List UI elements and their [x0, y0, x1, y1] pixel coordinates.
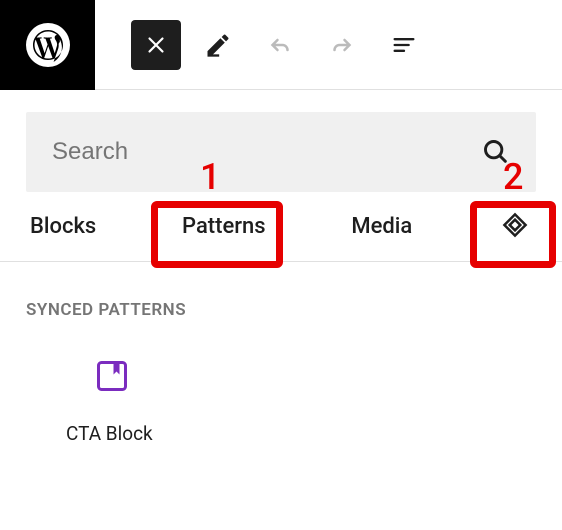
tab-synced-patterns[interactable] [494, 204, 536, 250]
undo-icon [265, 30, 295, 60]
document-outline-button[interactable] [379, 20, 429, 70]
redo-icon [327, 30, 357, 60]
wordpress-logo-icon [26, 23, 70, 67]
tab-active-underline [484, 261, 546, 266]
redo-button[interactable] [317, 20, 367, 70]
undo-button[interactable] [255, 20, 305, 70]
bookmark-block-icon [94, 358, 130, 394]
content-area: SYNCED PATTERNS CTA Block [0, 262, 562, 483]
pattern-label: CTA Block [66, 422, 153, 445]
search-icon [482, 138, 510, 166]
pencil-icon [204, 31, 232, 59]
edit-tool-button[interactable] [193, 20, 243, 70]
outline-icon [390, 31, 418, 59]
search-input[interactable] [52, 138, 482, 166]
search-area [0, 90, 562, 192]
tab-media[interactable]: Media [347, 206, 416, 247]
search-box[interactable] [26, 112, 536, 192]
tabs: Blocks Patterns Media [0, 192, 562, 262]
section-title: SYNCED PATTERNS [26, 300, 536, 320]
pattern-item[interactable]: CTA Block [26, 358, 186, 445]
close-inserter-button[interactable] [131, 20, 181, 70]
toolbar [95, 20, 429, 70]
wp-logo-block[interactable] [0, 0, 95, 90]
tab-patterns[interactable]: Patterns [178, 206, 270, 247]
close-icon [143, 32, 169, 58]
synced-diamond-icon [500, 210, 530, 240]
tab-blocks[interactable]: Blocks [26, 206, 100, 247]
topbar [0, 0, 562, 90]
